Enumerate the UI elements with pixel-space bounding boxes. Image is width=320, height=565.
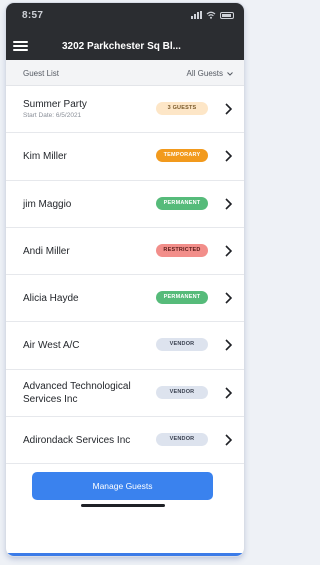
guest-type-badge: RESTRICTED (156, 243, 208, 257)
status-bar: 8:57 (6, 3, 244, 29)
chevron-right-icon (225, 292, 232, 304)
chevron-right-icon (225, 434, 232, 446)
wifi-icon (206, 11, 216, 19)
status-icons (191, 11, 234, 19)
guest-row[interactable]: Kim Miller TEMPORARY (6, 133, 244, 181)
guest-list-header: Guest List All Guests (6, 60, 244, 86)
guest-name: jim Maggio (23, 198, 72, 210)
battery-icon (220, 11, 234, 19)
guest-list-title: Guest List (23, 69, 60, 78)
guest-name: Advanced Technological Services Inc (23, 380, 131, 405)
guest-row[interactable]: Advanced Technological Services Inc VENDO… (6, 369, 244, 418)
nav-bar: 3202 Parkchester Sq Bl... (6, 29, 244, 60)
status-time: 8:57 (22, 10, 44, 21)
guest-type-badge: TEMPORARY (156, 149, 208, 163)
chevron-right-icon (225, 198, 232, 210)
chevron-right-icon (225, 150, 232, 162)
guest-name: Summer Party (23, 99, 87, 110)
guest-type-badge: PERMANENT (156, 291, 208, 305)
guest-type-badge: VENDOR (156, 385, 208, 399)
home-indicator (81, 504, 165, 507)
guest-filter-select[interactable]: All Guests (187, 69, 233, 78)
signal-icon (191, 11, 202, 19)
hamburger-menu-icon[interactable] (13, 41, 28, 51)
guest-name: Air West A/C (23, 340, 80, 352)
guest-name: Adirondack Services Inc (23, 435, 131, 447)
guest-type-badge: PERMANENT (156, 196, 208, 210)
chevron-right-icon (225, 245, 232, 257)
guest-name: Andi Miller (23, 245, 70, 257)
chevron-down-icon (227, 71, 233, 76)
guest-type-badge: VENDOR (156, 433, 208, 447)
phone-screen: 8:57 3202 Parkchester Sq Bl... Guest Lis… (6, 3, 244, 556)
filter-value: All Guests (186, 69, 223, 78)
guest-name: Kim Miller (23, 151, 67, 163)
manage-guests-button[interactable]: Manage Guests (32, 472, 213, 500)
page-title: 3202 Parkchester Sq Bl... (62, 41, 181, 52)
guest-subtitle: Start Date: 6/5/2021 (23, 112, 82, 119)
guest-row[interactable]: Air West A/C VENDOR (6, 322, 244, 370)
guest-row[interactable]: jim Maggio PERMANENT (6, 180, 244, 228)
chevron-right-icon (225, 103, 232, 115)
guest-name: Alicia Hayde (23, 293, 79, 305)
guest-type-badge: 3 GUESTS (156, 102, 208, 115)
guest-type-badge: VENDOR (156, 338, 208, 352)
guest-row[interactable]: Summer Party Start Date: 6/5/2021 3 GUESTS (6, 86, 244, 134)
chevron-right-icon (225, 339, 232, 352)
chevron-right-icon (225, 387, 232, 399)
guest-row[interactable]: Alicia Hayde PERMANENT (6, 275, 244, 323)
guest-list: Summer Party Start Date: 6/5/2021 3 GUESTS… (6, 86, 244, 465)
guest-row[interactable]: Adirondack Services Inc VENDOR (6, 417, 244, 465)
guest-row[interactable]: Andi Miller RESTRICTED (6, 227, 244, 276)
